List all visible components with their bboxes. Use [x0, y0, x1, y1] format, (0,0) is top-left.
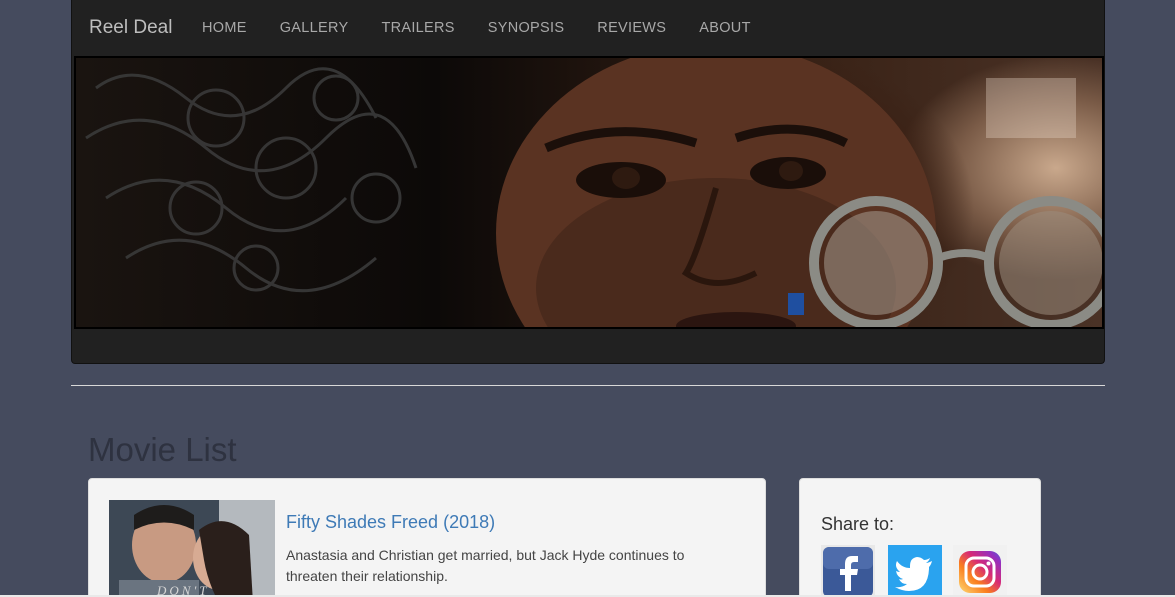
instagram-icon[interactable]: [953, 545, 1007, 597]
movie-card: DON'T Fifty Shades Freed (2018) Anastasi…: [88, 478, 766, 597]
page: Reel Deal HOME GALLERY TRAILERS SYNOPSIS…: [0, 0, 1175, 597]
hero-banner-image: [74, 56, 1104, 329]
share-card: Share to:: [799, 478, 1041, 597]
header-card: Reel Deal HOME GALLERY TRAILERS SYNOPSIS…: [71, 0, 1105, 364]
nav-about[interactable]: ABOUT: [699, 20, 750, 36]
share-title: Share to:: [821, 514, 895, 534]
nav-trailers[interactable]: TRAILERS: [381, 20, 454, 36]
navbar: Reel Deal HOME GALLERY TRAILERS SYNOPSIS…: [72, 0, 1104, 56]
twitter-icon[interactable]: [888, 545, 942, 597]
nav-links: HOME GALLERY TRAILERS SYNOPSIS REVIEWS A…: [202, 20, 784, 36]
section-title: Movie List: [88, 431, 237, 468]
divider: [71, 385, 1105, 386]
nav-gallery[interactable]: GALLERY: [280, 20, 349, 36]
movie-title-link[interactable]: Fifty Shades Freed (2018): [286, 512, 495, 533]
facebook-icon[interactable]: [821, 545, 875, 597]
movie-poster-image[interactable]: DON'T: [109, 500, 275, 597]
movie-description: Anastasia and Christian get married, but…: [286, 547, 685, 584]
nav-home[interactable]: HOME: [202, 20, 247, 36]
banner-illustration: [85, 58, 1102, 327]
nav-synopsis[interactable]: SYNOPSIS: [488, 20, 565, 36]
brand-link[interactable]: Reel Deal: [89, 17, 172, 39]
nav-reviews[interactable]: REVIEWS: [597, 20, 666, 36]
